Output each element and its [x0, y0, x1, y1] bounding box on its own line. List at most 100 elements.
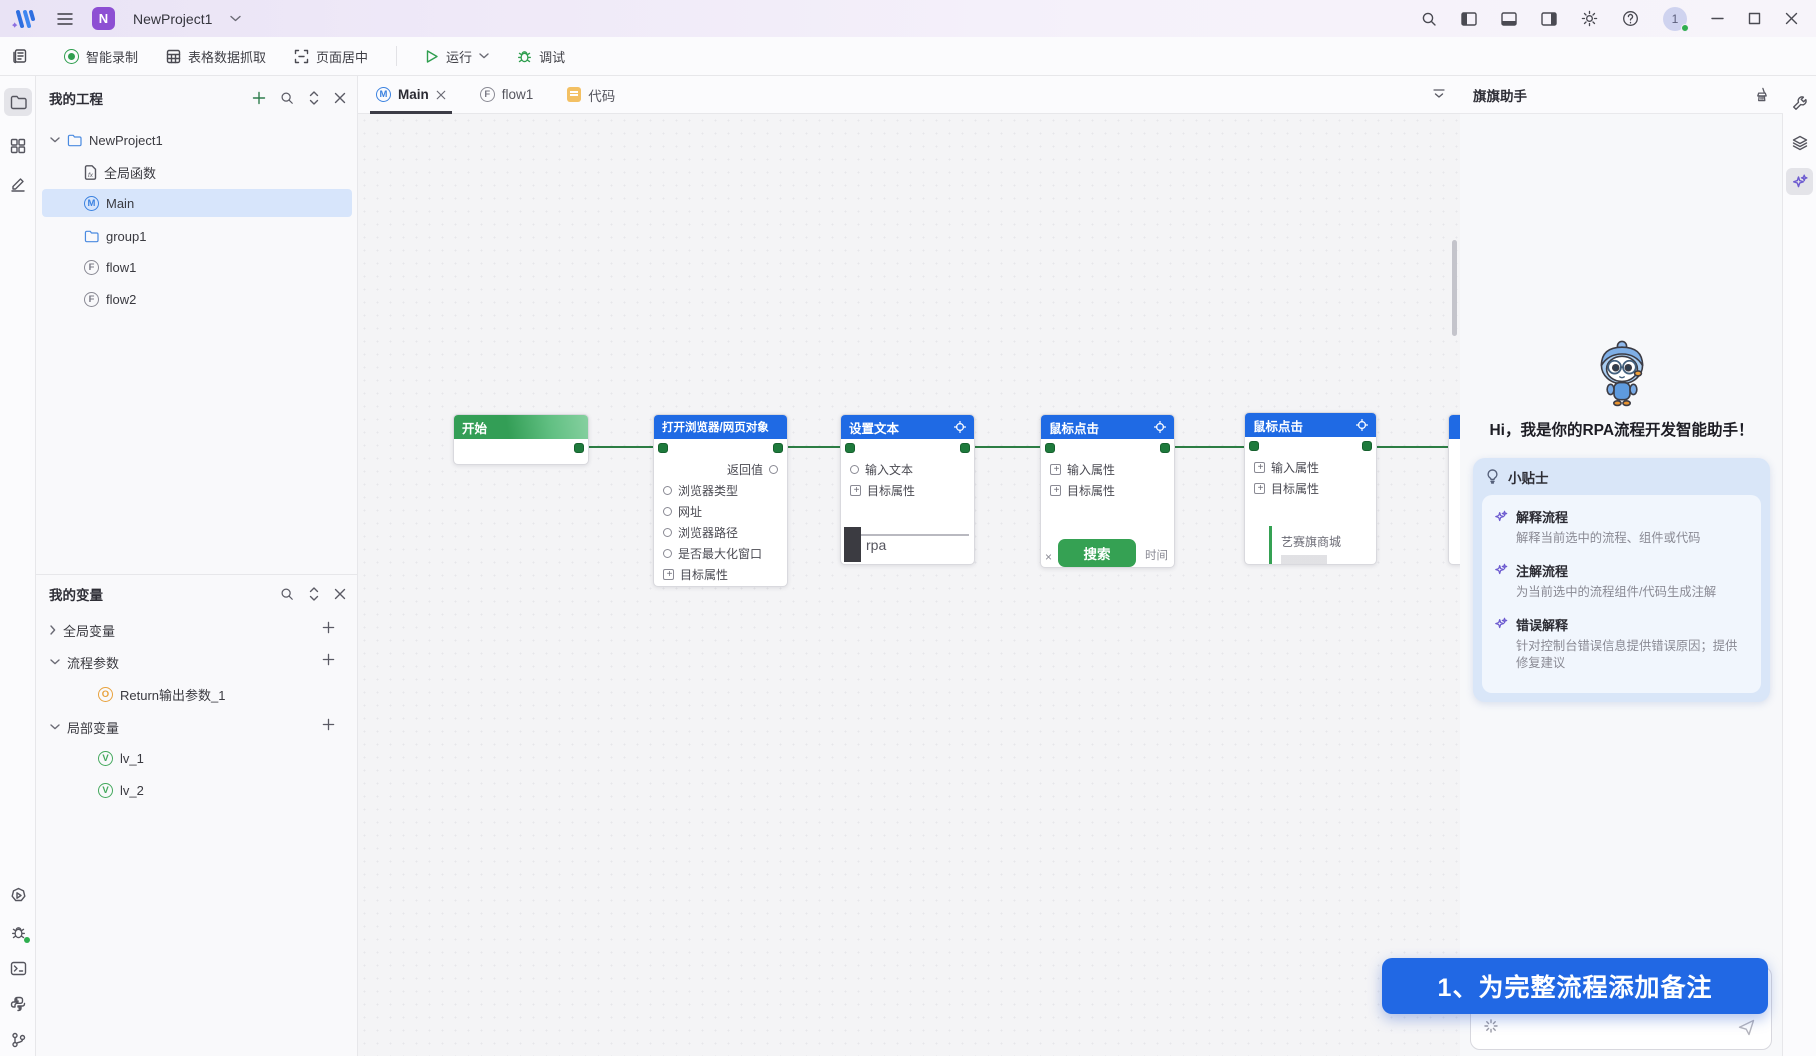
param-port-icon[interactable]: [663, 549, 672, 558]
toggle-right-panel-icon[interactable]: [1541, 11, 1557, 26]
maximize-button[interactable]: [1748, 12, 1761, 25]
flow-canvas[interactable]: 开始 打开浏览器/网页对象 返回值 浏览器类型 网址 浏览器路径 是否最大化窗口…: [358, 114, 1460, 1056]
user-avatar[interactable]: 1: [1663, 6, 1689, 32]
var-group-global[interactable]: 全局变量: [50, 616, 115, 644]
collapse-all-icon[interactable]: [308, 587, 320, 601]
table-capture-button[interactable]: 表格数据抓取: [166, 47, 266, 66]
expand-param-icon[interactable]: [1050, 464, 1062, 475]
debug-button[interactable]: 调试: [517, 47, 565, 66]
expand-param-icon[interactable]: [1254, 462, 1266, 473]
run-dropdown-icon[interactable]: [479, 53, 489, 59]
menu-icon[interactable]: [56, 12, 74, 26]
expand-param-icon[interactable]: [663, 569, 675, 580]
terminal-icon[interactable]: [4, 954, 32, 982]
node-open-browser[interactable]: 打开浏览器/网页对象 返回值 浏览器类型 网址 浏览器路径 是否最大化窗口 目标…: [653, 414, 788, 587]
add-icon[interactable]: [252, 91, 266, 105]
project-explorer-icon[interactable]: [4, 88, 32, 116]
var-item-lv2[interactable]: V lv_2: [98, 776, 144, 804]
settings-gear-icon[interactable]: [1581, 10, 1598, 27]
input-port[interactable]: [658, 443, 668, 453]
node-set-text[interactable]: 设置文本 输入文本 目标属性 rpa: [840, 414, 975, 565]
python-icon[interactable]: [4, 990, 32, 1018]
node-mouse-click-1[interactable]: 鼠标点击 输入属性 目标属性 × 搜索 时间: [1040, 414, 1175, 568]
caret-down-icon[interactable]: [50, 137, 60, 143]
add-variable-icon[interactable]: [322, 621, 335, 634]
expand-param-icon[interactable]: [1254, 483, 1266, 494]
search-icon[interactable]: [280, 91, 294, 105]
node-clipped[interactable]: [1448, 414, 1460, 565]
search-icon[interactable]: [1421, 11, 1437, 27]
toggle-left-panel-icon[interactable]: [1461, 11, 1477, 26]
output-port[interactable]: [574, 443, 584, 453]
components-icon[interactable]: [4, 132, 32, 160]
var-group-params[interactable]: 流程参数: [50, 648, 119, 676]
tip-explain-flow[interactable]: 解释流程 解释当前选中的流程、组件或代码: [1494, 507, 1749, 548]
add-variable-icon[interactable]: [322, 653, 335, 666]
tip-error-explain[interactable]: 错误解释 针对控制台错误信息提供错误原因；提供修复建议: [1494, 615, 1749, 674]
tree-item-flow2[interactable]: F flow2: [84, 285, 136, 313]
close-panel-icon[interactable]: [334, 91, 346, 105]
var-item-lv1[interactable]: V lv_1: [98, 744, 144, 772]
run-button[interactable]: 运行: [425, 47, 489, 66]
tab-code[interactable]: 代码: [567, 76, 615, 114]
tab-main[interactable]: M Main: [370, 76, 452, 114]
tree-item-group1[interactable]: group1: [84, 222, 146, 250]
param-port-icon[interactable]: [663, 486, 672, 495]
node-mouse-click-2[interactable]: 鼠标点击 输入属性 目标属性 艺赛旗商城: [1244, 412, 1377, 565]
tools-wrench-icon[interactable]: [1786, 89, 1813, 116]
chevron-down-icon[interactable]: [230, 15, 242, 22]
tip-annotate-flow[interactable]: 注解流程 为当前选中的流程组件/代码生成注解: [1494, 561, 1749, 602]
ai-assistant-sparkle-icon[interactable]: [1786, 168, 1813, 195]
tree-item-flow1[interactable]: F flow1: [84, 253, 136, 281]
tree-item-main[interactable]: M Main: [84, 189, 134, 217]
expand-param-icon[interactable]: [1050, 485, 1062, 496]
output-port[interactable]: [773, 443, 783, 453]
input-port[interactable]: [1249, 441, 1259, 451]
search-icon[interactable]: [280, 587, 294, 601]
param-port-icon[interactable]: [663, 528, 672, 537]
git-branch-icon[interactable]: [4, 1026, 32, 1054]
param-port-icon[interactable]: [769, 465, 778, 474]
minimize-button[interactable]: [1711, 12, 1724, 25]
output-port[interactable]: [1362, 441, 1372, 451]
var-group-local[interactable]: 局部变量: [50, 713, 119, 741]
project-name[interactable]: NewProject1: [133, 11, 212, 27]
smart-record-button[interactable]: 智能录制: [64, 47, 138, 66]
tab-close-icon[interactable]: [436, 90, 446, 100]
locate-target-icon[interactable]: [1154, 421, 1166, 433]
locate-target-icon[interactable]: [1356, 419, 1368, 431]
clipboard-icon[interactable]: [12, 48, 28, 64]
collapse-all-icon[interactable]: [308, 91, 320, 105]
debug-panel-icon[interactable]: [4, 918, 32, 946]
send-icon[interactable]: [1738, 1019, 1755, 1036]
annotate-pen-icon[interactable]: [4, 170, 32, 198]
output-port[interactable]: [1160, 443, 1170, 453]
close-button[interactable]: [1785, 12, 1798, 25]
caret-right-icon[interactable]: [50, 625, 56, 635]
input-port[interactable]: [845, 443, 855, 453]
input-port[interactable]: [1045, 443, 1055, 453]
run-history-icon[interactable]: [4, 881, 32, 909]
close-panel-icon[interactable]: [334, 587, 346, 601]
project-panel-header: 我的工程: [36, 80, 358, 116]
clear-chat-broom-icon[interactable]: [1754, 87, 1769, 102]
caret-down-icon[interactable]: [50, 659, 60, 665]
tab-flow1[interactable]: F flow1: [479, 76, 533, 114]
locate-target-icon[interactable]: [954, 421, 966, 433]
param-port-icon[interactable]: [663, 507, 672, 516]
layers-icon[interactable]: [1786, 129, 1813, 156]
expand-param-icon[interactable]: [850, 485, 862, 496]
add-variable-icon[interactable]: [322, 718, 335, 731]
tree-item-global-functions[interactable]: fx 全局函数: [84, 158, 156, 186]
tree-item-project[interactable]: NewProject1: [50, 126, 163, 154]
caret-down-icon[interactable]: [50, 724, 60, 730]
toggle-bottom-panel-icon[interactable]: [1501, 11, 1517, 26]
param-port-icon[interactable]: [850, 465, 859, 474]
tab-list-dropdown-icon[interactable]: [1432, 88, 1446, 99]
canvas-scrollbar[interactable]: [1452, 240, 1457, 336]
var-item-return[interactable]: O Return输出参数_1: [98, 680, 225, 708]
center-page-button[interactable]: 页面居中: [294, 47, 368, 66]
node-start[interactable]: 开始: [453, 414, 589, 465]
output-port[interactable]: [960, 443, 970, 453]
help-icon[interactable]: [1622, 10, 1639, 27]
